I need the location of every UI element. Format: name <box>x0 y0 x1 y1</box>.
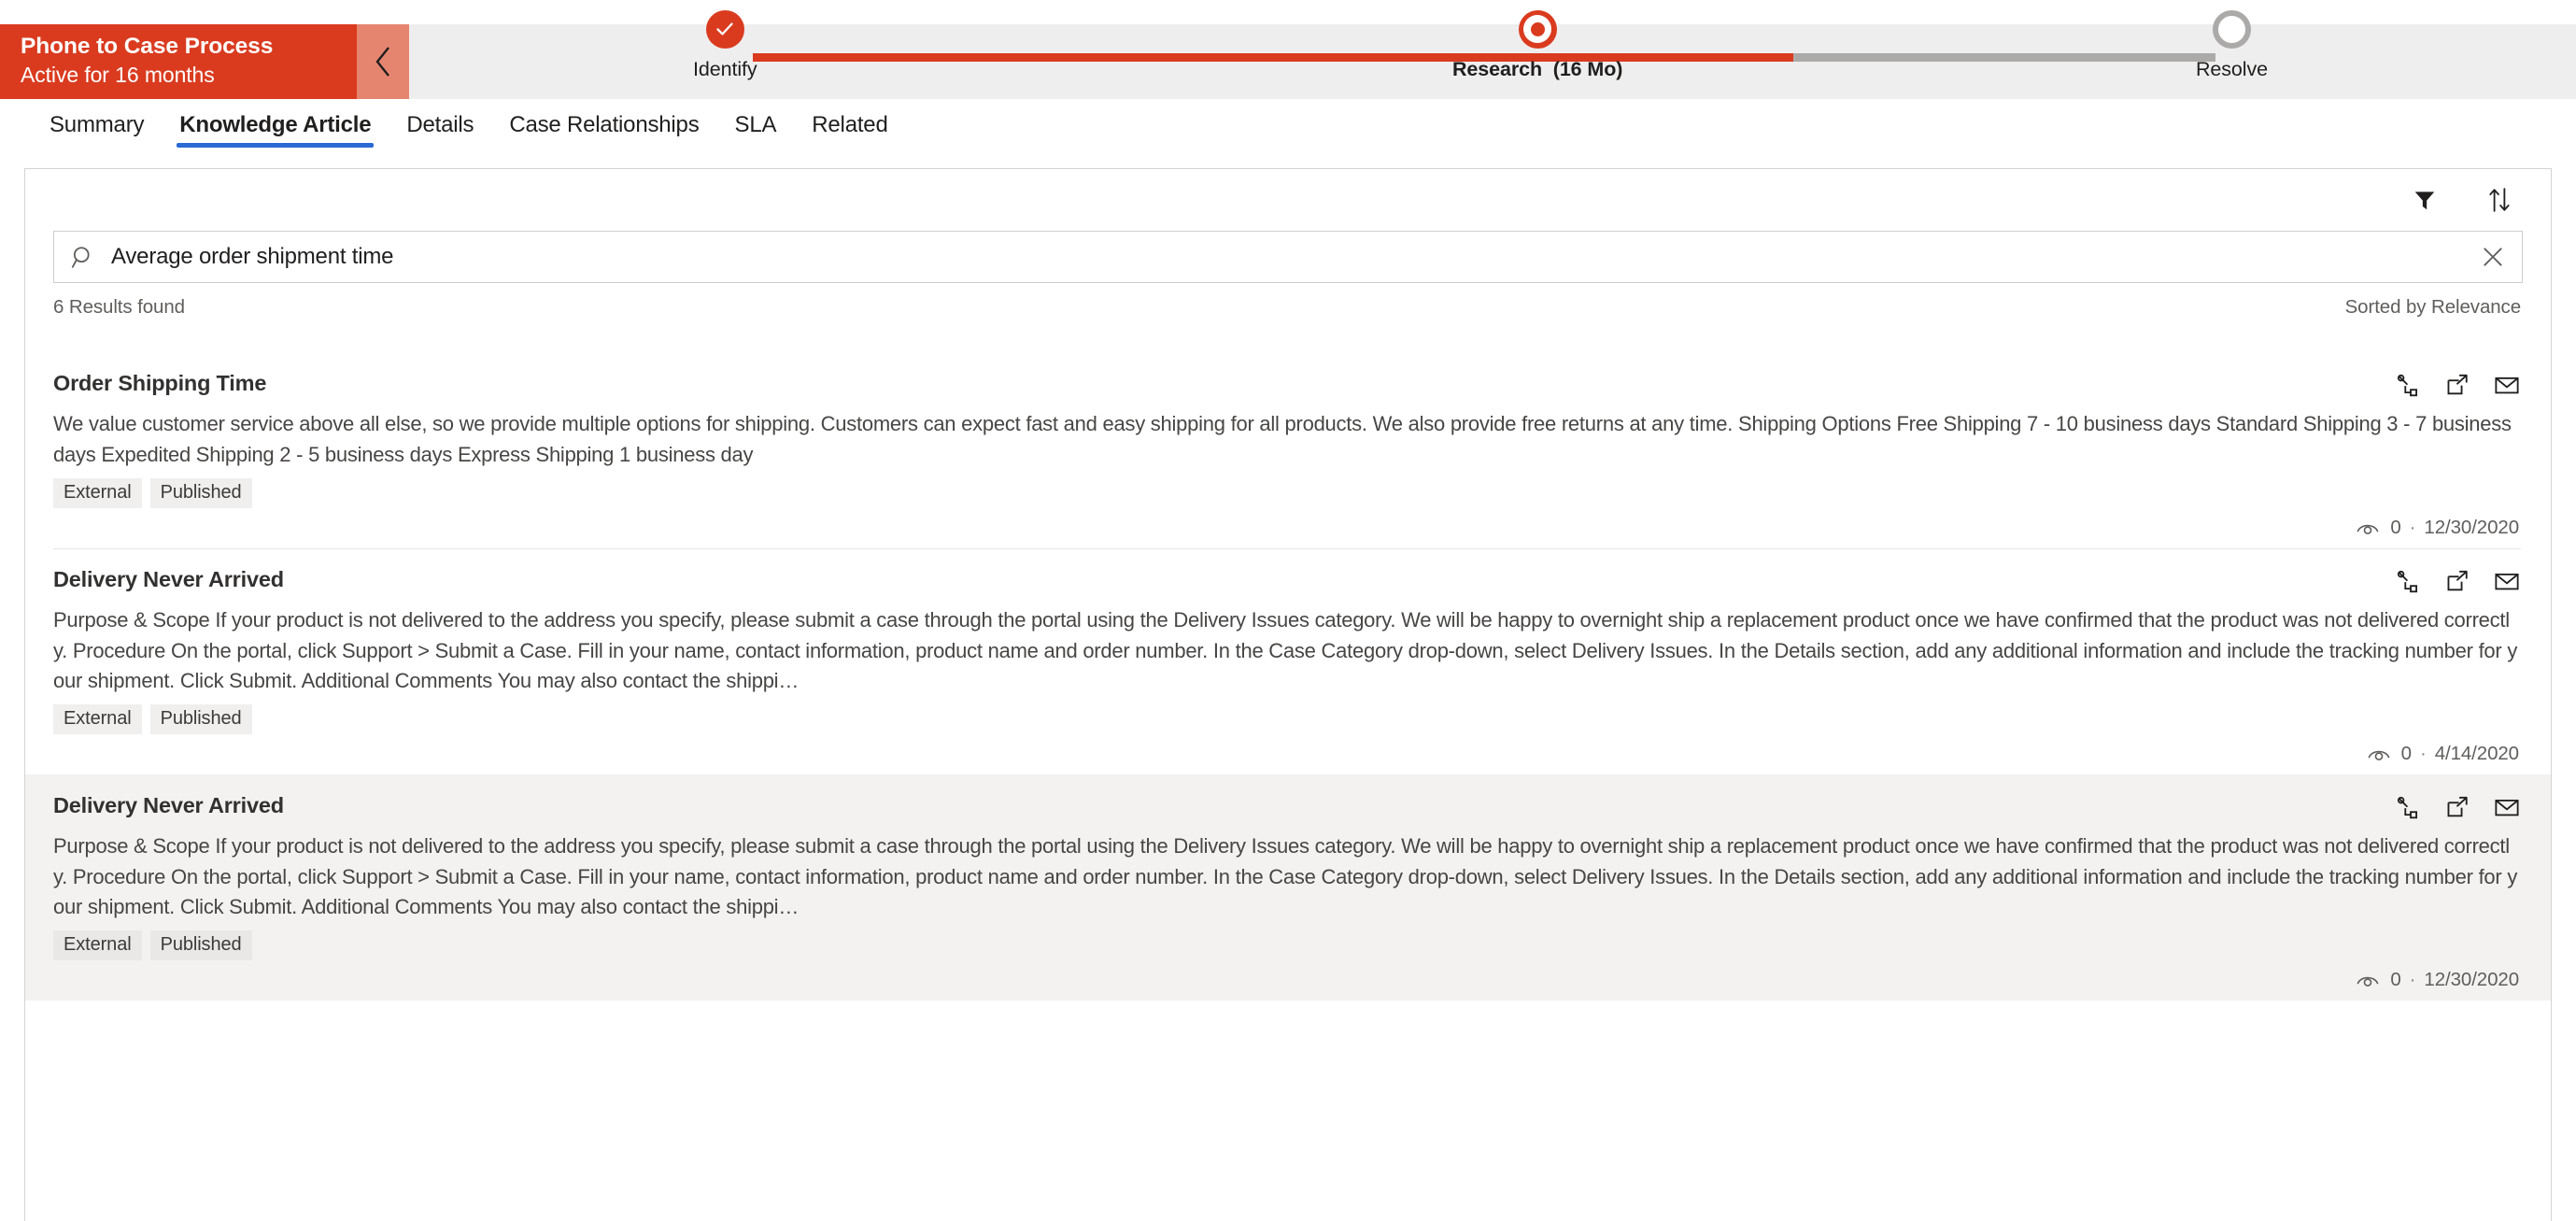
views-count: 0 <box>2390 517 2401 538</box>
views-eye-icon <box>2356 971 2380 989</box>
open-in-new-icon[interactable] <box>2443 793 2471 821</box>
email-icon[interactable] <box>2493 567 2521 595</box>
result-card-header: Delivery Never Arrived <box>53 791 2521 821</box>
link-article-icon[interactable] <box>2394 793 2422 821</box>
status-badge: Published <box>149 930 252 960</box>
result-footer: 0 · 4/14/2020 <box>53 743 2521 765</box>
result-tags: External Published <box>53 704 2521 734</box>
bpf-track-remaining <box>1793 53 2215 62</box>
result-date: 4/14/2020 <box>2434 743 2519 764</box>
stage-indicator-active <box>1518 0 1557 58</box>
result-card-actions <box>2394 565 2521 595</box>
process-title: Phone to Case Process <box>21 34 274 59</box>
result-card-header: Order Shipping Time <box>53 369 2521 399</box>
result-card[interactable]: Delivery Never Arrived Purpose & Scope I… <box>25 774 2551 1001</box>
process-collapse-button[interactable] <box>357 24 409 99</box>
tab-summary[interactable]: Summary <box>32 106 162 151</box>
status-badge: External <box>53 930 142 960</box>
status-badge: Published <box>149 704 252 734</box>
search-input[interactable] <box>96 244 2477 270</box>
views-eye-icon <box>2356 518 2380 537</box>
views-count: 0 <box>2400 743 2412 764</box>
filter-icon[interactable] <box>2409 184 2441 216</box>
bpf-stage-label-resolve: Resolve <box>2196 58 2268 80</box>
result-title[interactable]: Delivery Never Arrived <box>53 791 284 819</box>
knowledge-search-toolbar <box>25 169 2551 231</box>
open-in-new-icon[interactable] <box>2443 567 2471 595</box>
tab-sla[interactable]: SLA <box>717 106 795 151</box>
result-card-actions <box>2394 791 2521 821</box>
footer-separator: · <box>2409 517 2416 538</box>
result-date: 12/30/2020 <box>2424 969 2519 990</box>
tab-case-relationships[interactable]: Case Relationships <box>491 106 716 151</box>
close-icon[interactable] <box>2477 241 2509 273</box>
views-eye-icon <box>2367 745 2391 763</box>
views-count: 0 <box>2390 969 2401 990</box>
status-badge: Published <box>149 478 252 508</box>
link-article-icon[interactable] <box>2394 371 2422 399</box>
result-tags: External Published <box>53 478 2521 508</box>
process-header[interactable]: Phone to Case Process Active for 16 mont… <box>0 24 409 99</box>
email-icon[interactable] <box>2493 793 2521 821</box>
stage-indicator-not-started <box>2212 0 2251 58</box>
chevron-left-icon <box>373 45 393 78</box>
tab-details[interactable]: Details <box>389 106 491 151</box>
status-badge: External <box>53 704 142 734</box>
process-subtitle: Active for 16 months <box>21 63 215 87</box>
footer-separator: · <box>2419 743 2427 764</box>
bpf-stage-label-identify: Identify <box>693 58 757 80</box>
result-snippet: Purpose & Scope If your product is not d… <box>53 608 2518 692</box>
status-badge: External <box>53 478 142 508</box>
result-date: 12/30/2020 <box>2424 517 2519 538</box>
results-meta-row: 6 Results found Sorted by Relevance <box>25 283 2551 326</box>
bpf-stage-label-research: Research (16 Mo) <box>1452 58 1622 80</box>
result-footer: 0 · 12/30/2020 <box>53 969 2521 991</box>
result-card[interactable]: Order Shipping Time We value customer se… <box>25 352 2551 548</box>
email-icon[interactable] <box>2493 371 2521 399</box>
sort-arrows-icon[interactable] <box>2484 184 2515 216</box>
bpf-track-completed <box>753 53 1793 62</box>
knowledge-results-list[interactable]: Order Shipping Time We value customer se… <box>25 352 2551 1221</box>
bpf-stage-research[interactable]: Research (16 Mo) <box>1452 0 1622 80</box>
stage-indicator-complete <box>705 0 744 58</box>
link-article-icon[interactable] <box>2394 567 2422 595</box>
knowledge-search-panel: 6 Results found Sorted by Relevance Orde… <box>24 168 2552 1221</box>
results-count-label: 6 Results found <box>53 296 185 318</box>
result-card-actions <box>2394 369 2521 399</box>
tab-knowledge-article[interactable]: Knowledge Article <box>162 106 389 151</box>
result-card[interactable]: Delivery Never Arrived Purpose & Scope I… <box>25 548 2551 774</box>
tab-bar: Summary Knowledge Article Details Case R… <box>0 99 2576 166</box>
result-title[interactable]: Order Shipping Time <box>53 369 266 397</box>
open-in-new-icon[interactable] <box>2443 371 2471 399</box>
bpf-stage-resolve[interactable]: Resolve <box>2196 0 2268 80</box>
search-icon <box>71 245 96 270</box>
business-process-flow-bar: Phone to Case Process Active for 16 mont… <box>0 0 2576 99</box>
check-circle-icon <box>705 9 744 49</box>
result-card-header: Delivery Never Arrived <box>53 565 2521 595</box>
result-snippet: We value customer service above all else… <box>53 412 2512 466</box>
result-tags: External Published <box>53 930 2521 960</box>
bpf-stage-identify[interactable]: Identify <box>693 0 757 80</box>
result-snippet: Purpose & Scope If your product is not d… <box>53 834 2518 918</box>
knowledge-search-box[interactable] <box>53 231 2523 283</box>
result-footer: 0 · 12/30/2020 <box>53 517 2521 539</box>
tab-related[interactable]: Related <box>794 106 905 151</box>
bpf-stage-duration-research: (16 Mo) <box>1552 58 1623 80</box>
result-title[interactable]: Delivery Never Arrived <box>53 565 284 593</box>
target-circle-icon <box>1518 9 1557 49</box>
results-sort-label[interactable]: Sorted by Relevance <box>2345 296 2522 319</box>
footer-separator: · <box>2409 969 2416 990</box>
bpf-stage-label-research-text: Research <box>1452 58 1543 80</box>
empty-circle-icon <box>2212 9 2251 49</box>
